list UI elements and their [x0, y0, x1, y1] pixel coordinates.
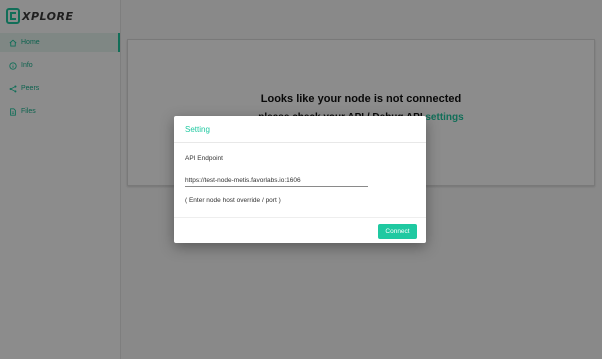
modal-header: Setting	[174, 116, 426, 143]
modal-footer: Connect	[174, 217, 426, 244]
settings-modal: Setting API Endpoint ( Enter node host o…	[174, 116, 426, 243]
endpoint-hint: ( Enter node host override / port )	[185, 197, 281, 204]
connect-button[interactable]: Connect	[378, 224, 417, 239]
modal-title: Setting	[185, 124, 210, 134]
api-endpoint-input[interactable]	[185, 174, 368, 187]
api-endpoint-label: API Endpoint	[185, 155, 223, 162]
